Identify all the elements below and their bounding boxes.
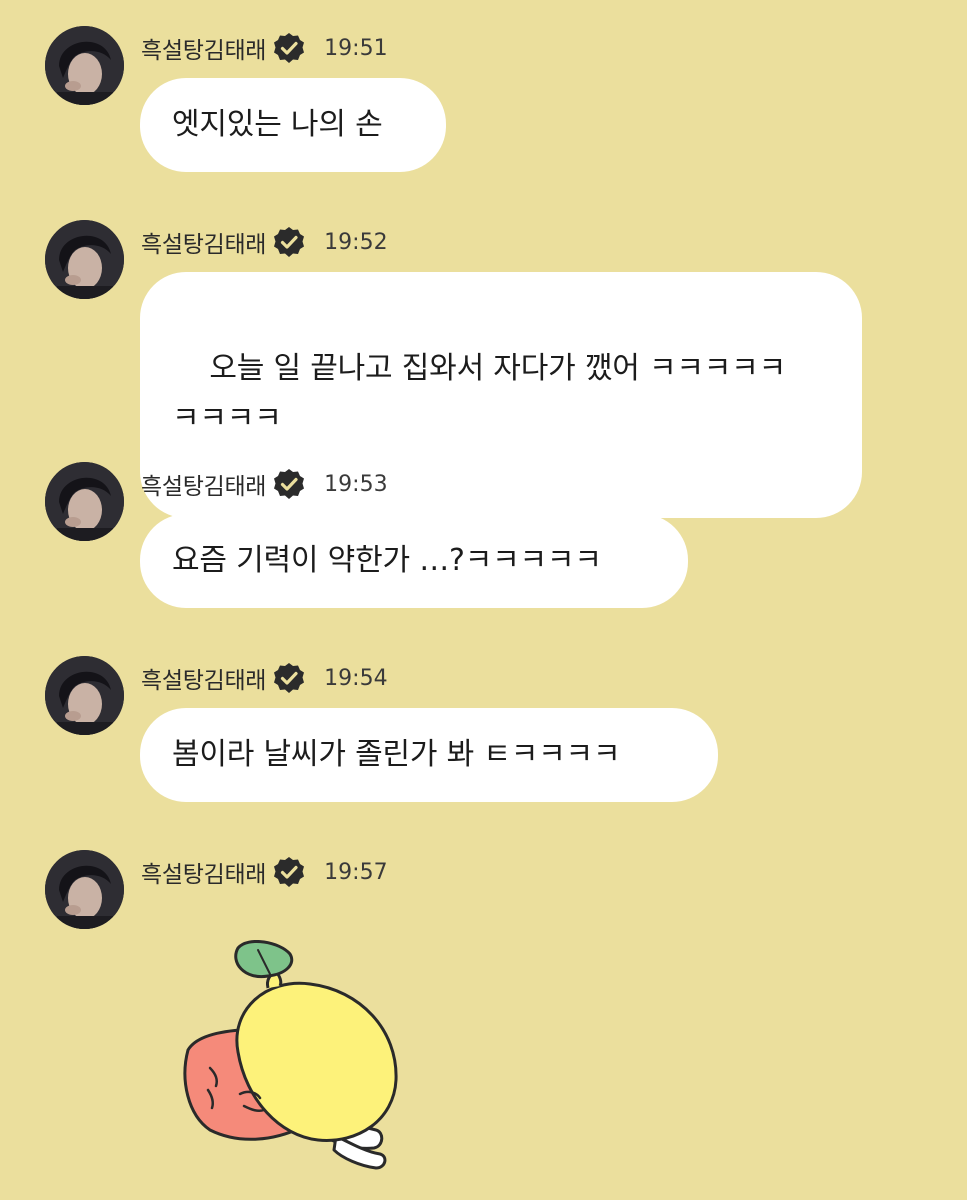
message-header: 흑설탕김태래 19:57 bbox=[141, 854, 388, 890]
sender-name: 흑설탕김태래 bbox=[141, 862, 267, 888]
message-text: 봄이라 날씨가 졸린가 봐 ㅌㅋㅋㅋㅋ bbox=[172, 737, 621, 772]
message-time: 19:57 bbox=[324, 859, 388, 885]
avatar-image bbox=[45, 850, 124, 929]
message-bubble[interactable]: 요즘 기력이 약한가 …?ㅋㅋㅋㅋㅋ bbox=[140, 514, 688, 608]
message-time: 19:51 bbox=[324, 35, 388, 61]
avatar[interactable] bbox=[45, 850, 124, 929]
message-header: 흑설탕김태래 19:53 bbox=[141, 466, 388, 502]
message-header: 흑설탕김태래 19:52 bbox=[141, 224, 388, 260]
verified-badge-icon bbox=[274, 663, 305, 693]
verified-badge-icon bbox=[274, 469, 305, 499]
message-bubble[interactable]: 봄이라 날씨가 졸린가 봐 ㅌㅋㅋㅋㅋ bbox=[140, 708, 718, 802]
message-header: 흑설탕김태래 19:54 bbox=[141, 660, 388, 696]
avatar[interactable] bbox=[45, 462, 124, 541]
avatar[interactable] bbox=[45, 220, 124, 299]
message-header: 흑설탕김태래 19:51 bbox=[141, 30, 388, 66]
sleeping-lemon-sticker[interactable] bbox=[170, 940, 410, 1170]
message-text: 오늘 일 끝나고 집와서 자다가 깼어 ㅋㅋㅋㅋㅋ ㅋㅋㅋㅋ bbox=[172, 351, 786, 436]
sender-name: 흑설탕김태래 bbox=[141, 232, 267, 258]
verified-badge-icon bbox=[274, 857, 305, 887]
message-bubble[interactable]: 엣지있는 나의 손 bbox=[140, 78, 446, 172]
verified-badge-icon bbox=[274, 227, 305, 257]
avatar-image bbox=[45, 220, 124, 299]
message-time: 19:54 bbox=[324, 665, 388, 691]
verified-badge-icon bbox=[274, 33, 305, 63]
message-time: 19:53 bbox=[324, 471, 388, 497]
avatar[interactable] bbox=[45, 656, 124, 735]
avatar-image bbox=[45, 462, 124, 541]
avatar-image bbox=[45, 656, 124, 735]
message-time: 19:52 bbox=[324, 229, 388, 255]
message-text: 요즘 기력이 약한가 …?ㅋㅋㅋㅋㅋ bbox=[172, 543, 602, 578]
avatar-image bbox=[45, 26, 124, 105]
sender-name: 흑설탕김태래 bbox=[141, 474, 267, 500]
message-text: 엣지있는 나의 손 bbox=[172, 107, 383, 142]
sender-name: 흑설탕김태래 bbox=[141, 38, 267, 64]
avatar[interactable] bbox=[45, 26, 124, 105]
sender-name: 흑설탕김태래 bbox=[141, 668, 267, 694]
